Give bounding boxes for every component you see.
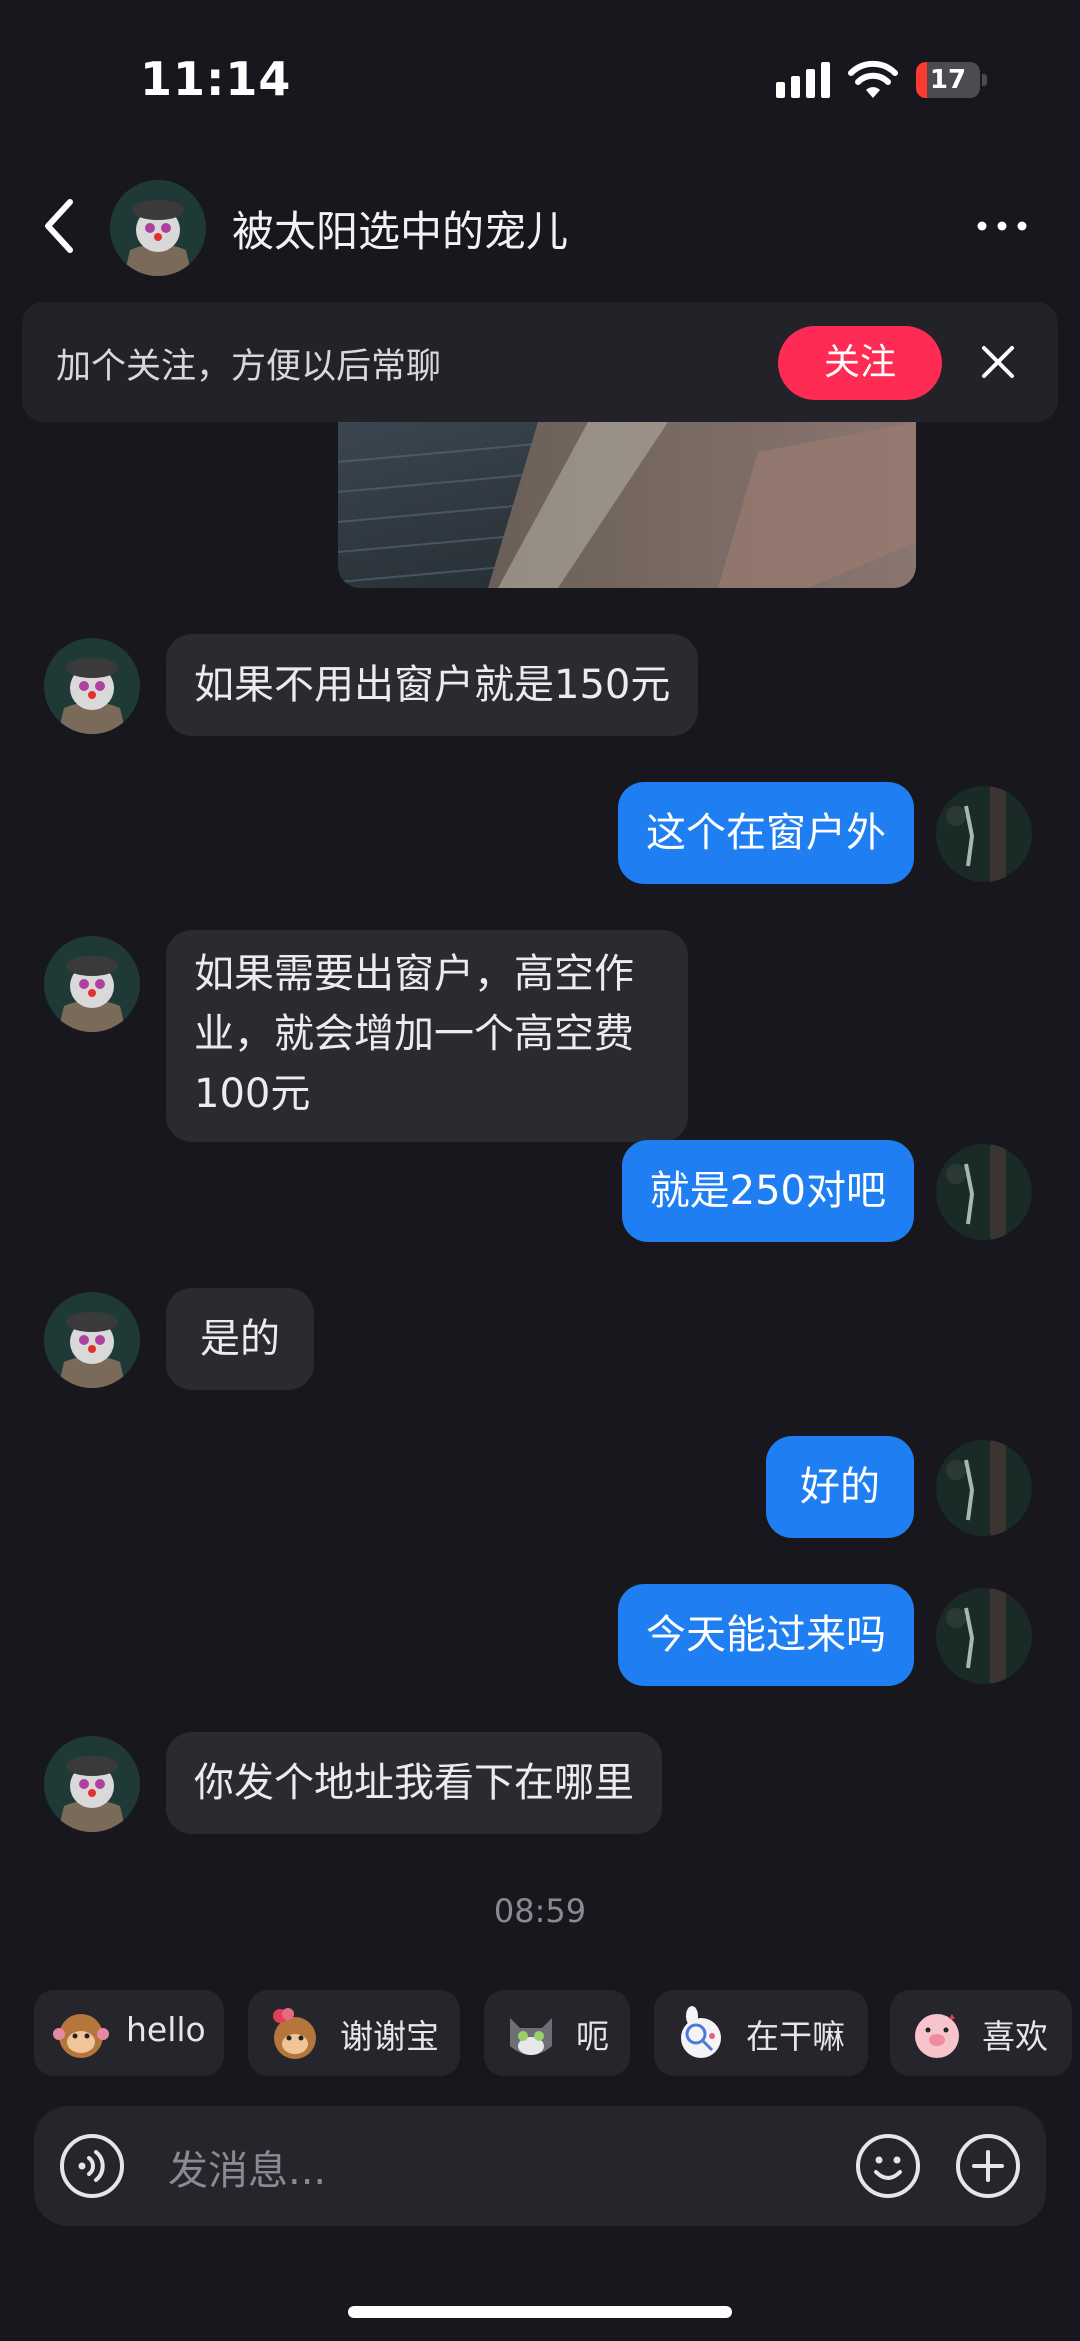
- sender-avatar[interactable]: [44, 638, 140, 734]
- sender-avatar[interactable]: [44, 1736, 140, 1832]
- sender-avatar[interactable]: [44, 1292, 140, 1388]
- more-options-icon[interactable]: [976, 200, 1028, 252]
- forest-avatar-icon: [936, 1588, 1032, 1684]
- pig-sticker-icon: [915, 2014, 959, 2058]
- quick-reply-like[interactable]: 喜欢: [890, 1990, 1072, 2076]
- battery-icon: 17: [916, 62, 988, 98]
- quick-reply-hello[interactable]: hello: [34, 1990, 224, 2076]
- follow-button[interactable]: 关注: [778, 326, 942, 400]
- monkey-flower-sticker-icon: [273, 2008, 316, 2059]
- follow-banner-text: 加个关注，方便以后常聊: [56, 347, 442, 387]
- my-avatar[interactable]: [936, 1144, 1032, 1240]
- outgoing-message[interactable]: 就是250对吧: [621, 1140, 914, 1242]
- quick-reply-uh[interactable]: 呃: [484, 1990, 630, 2076]
- snowman-avatar-icon: [44, 1736, 140, 1832]
- incoming-message[interactable]: 如果需要出窗户，高空作业，就会增加一个高空费100元: [166, 930, 688, 1142]
- snowman-avatar-icon: [44, 1292, 140, 1388]
- rabbit-sticker-icon: [681, 2006, 721, 2058]
- incoming-message[interactable]: 是的: [166, 1288, 314, 1390]
- quick-reply-thanks[interactable]: 谢谢宝: [248, 1990, 460, 2076]
- outgoing-message[interactable]: 好的: [766, 1436, 914, 1538]
- image-message[interactable]: [338, 422, 916, 588]
- forest-avatar-icon: [936, 1144, 1032, 1240]
- cellular-signal-icon: [776, 62, 830, 98]
- snowman-avatar-icon: [44, 936, 140, 1032]
- my-avatar[interactable]: [936, 1440, 1032, 1536]
- incoming-message[interactable]: 你发个地址我看下在哪里: [166, 1732, 662, 1834]
- message-timestamp: 08:59: [493, 1892, 587, 1930]
- message-input[interactable]: 发消息...: [168, 2138, 326, 2196]
- my-avatar[interactable]: [936, 1588, 1032, 1684]
- back-arrow-icon[interactable]: [40, 196, 76, 256]
- quick-reply-label: 在干嘛: [746, 2017, 845, 2056]
- close-icon[interactable]: [980, 344, 1016, 380]
- incoming-message[interactable]: 如果不用出窗户就是150元: [166, 634, 699, 736]
- my-avatar[interactable]: [936, 786, 1032, 882]
- cat-sticker-icon: [510, 2018, 552, 2055]
- battery-level: 17: [929, 65, 967, 95]
- voice-input-icon[interactable]: [58, 2132, 126, 2200]
- quick-reply-label: 谢谢宝: [340, 2017, 439, 2056]
- snowman-avatar-icon: [44, 638, 140, 734]
- home-indicator[interactable]: [348, 2306, 732, 2318]
- snowman-avatar-icon: [110, 180, 206, 276]
- outgoing-message[interactable]: 今天能过来吗: [618, 1584, 914, 1686]
- sender-avatar[interactable]: [44, 936, 140, 1032]
- contact-avatar[interactable]: [110, 180, 206, 276]
- add-attachment-icon[interactable]: [954, 2132, 1022, 2200]
- forest-avatar-icon: [936, 786, 1032, 882]
- forest-avatar-icon: [936, 1440, 1032, 1536]
- emoji-icon[interactable]: [854, 2132, 922, 2200]
- quick-reply-label: 呃: [576, 2017, 609, 2056]
- chat-title: 被太阳选中的宠儿: [232, 207, 569, 256]
- quick-reply-label: hello: [126, 2010, 206, 2049]
- wifi-icon: [848, 60, 898, 98]
- quick-reply-what-doing[interactable]: 在干嘛: [654, 1990, 868, 2076]
- status-time: 11:14: [140, 52, 292, 106]
- monkey-sticker-icon: [53, 2014, 109, 2058]
- outgoing-message[interactable]: 这个在窗户外: [618, 782, 914, 884]
- quick-reply-label: 喜欢: [982, 2017, 1048, 2056]
